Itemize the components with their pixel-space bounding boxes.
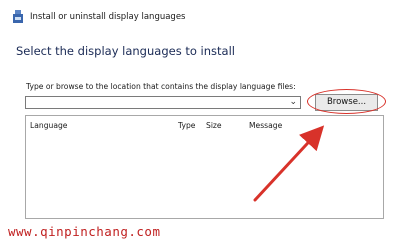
window-title: Install or uninstall display languages (30, 12, 186, 22)
language-list[interactable]: Language Type Size Message (25, 115, 384, 219)
title-bar: Install or uninstall display languages (0, 0, 400, 34)
column-header-type[interactable]: Type (178, 121, 195, 130)
language-files-path-combobox[interactable]: ⌄ (25, 96, 301, 109)
column-header-message[interactable]: Message (249, 121, 282, 130)
column-header-size[interactable]: Size (206, 121, 222, 130)
list-header: Language Type Size Message (26, 116, 383, 132)
language-settings-icon (13, 10, 23, 23)
watermark-text: www.qinpinchang.com (8, 224, 161, 239)
column-header-language[interactable]: Language (30, 121, 67, 130)
chevron-down-icon[interactable]: ⌄ (289, 96, 297, 109)
page-heading: Select the display languages to install (16, 44, 235, 58)
annotation-circle (307, 89, 386, 114)
path-field-label: Type or browse to the location that cont… (26, 82, 296, 91)
